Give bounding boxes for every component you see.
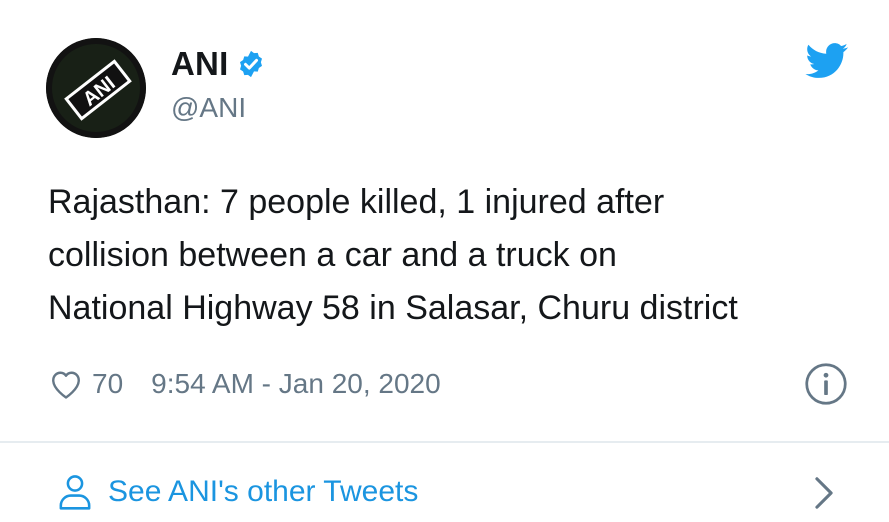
display-name[interactable]: ANI [171, 45, 228, 83]
see-other-tweets-label[interactable]: See ANI's other Tweets [108, 475, 418, 509]
like-count[interactable]: 70 [92, 368, 123, 400]
tweet-card: ANI ANI @ANI Rajasthan: 7 people killed,… [0, 0, 889, 522]
author-info: ANI @ANI [171, 44, 266, 124]
tweet-text-line: collision between a car and a truck on [48, 236, 617, 274]
person-icon [59, 475, 91, 510]
tweet-meta: 70 9:54 AM - Jan 20, 2020 [48, 362, 441, 406]
divider [0, 441, 889, 443]
see-other-tweets-link[interactable]: See ANI's other Tweets [58, 468, 418, 516]
verified-badge-icon [240, 50, 263, 78]
tweet-text-line: National Highway 58 in Salasar, Churu di… [48, 289, 738, 327]
avatar[interactable]: ANI [46, 38, 146, 138]
tweet-text-line: Rajasthan: 7 people killed, 1 injured af… [48, 183, 665, 221]
handle[interactable]: @ANI [171, 92, 266, 124]
tweet-text: Rajasthan: 7 people killed, 1 injured af… [48, 176, 868, 335]
heart-icon[interactable] [48, 366, 84, 402]
info-icon[interactable] [804, 362, 848, 406]
chevron-right-icon[interactable] [812, 476, 836, 510]
twitter-bird-icon[interactable] [805, 43, 849, 79]
timestamp[interactable]: 9:54 AM - Jan 20, 2020 [151, 368, 441, 400]
